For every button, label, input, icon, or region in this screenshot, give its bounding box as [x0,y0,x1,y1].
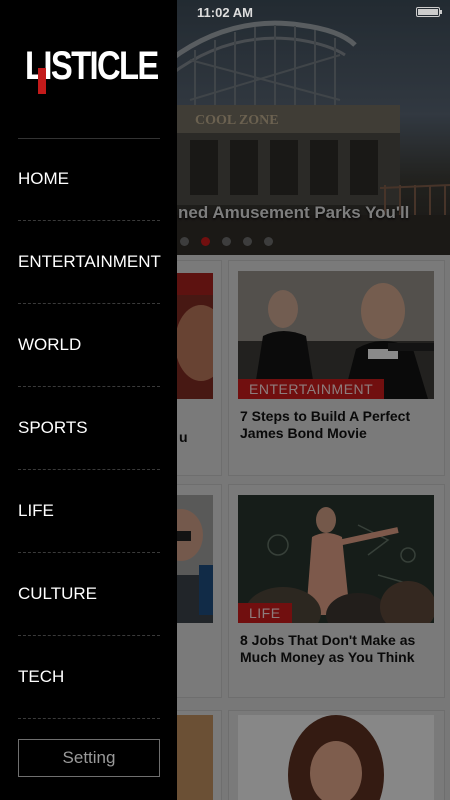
drawer-nav: HOME ENTERTAINMENT WORLD SPORTS LIFE CUL… [0,138,177,719]
setting-button[interactable]: Setting [18,739,160,777]
listicle-logo[interactable]: LISTICLE [25,44,159,100]
nav-item-world[interactable]: WORLD [18,304,160,387]
nav-item-culture[interactable]: CULTURE [18,553,160,636]
nav-item-home[interactable]: HOME [18,138,160,221]
nav-item-entertainment[interactable]: ENTERTAINMENT [18,221,161,304]
nav-item-life[interactable]: LIFE [18,470,160,553]
nav-item-tech[interactable]: TECH [18,636,160,719]
nav-item-sports[interactable]: SPORTS [18,387,160,470]
battery-icon [416,7,442,17]
navigation-drawer: LISTICLE HOME ENTERTAINMENT WORLD SPORTS… [0,0,177,800]
status-time: 11:02 AM [197,4,253,20]
